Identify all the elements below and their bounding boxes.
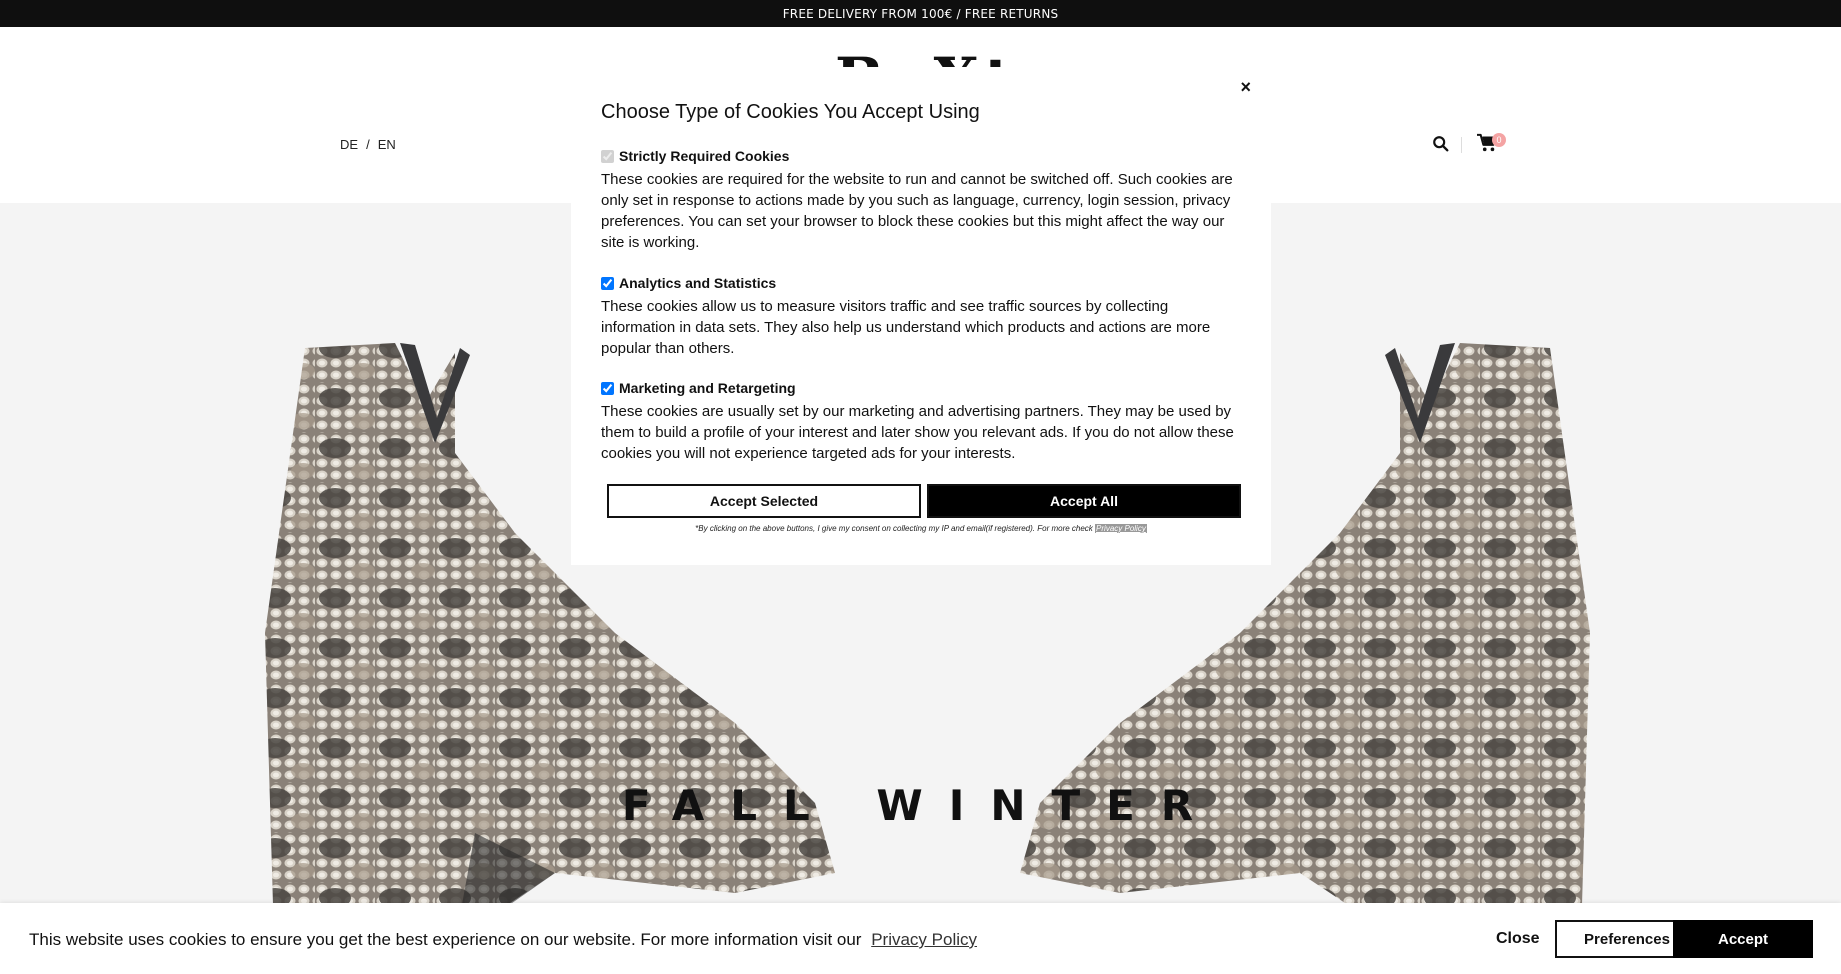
cookie-bar-accept-button[interactable]: Accept bbox=[1673, 920, 1813, 958]
cart-count-badge: 0 bbox=[1492, 133, 1506, 147]
cookie-bar-privacy-link[interactable]: Privacy Policy bbox=[871, 930, 977, 949]
marketing-cookies-label: Marketing and Retargeting bbox=[619, 380, 796, 396]
cookie-group-marketing: Marketing and Retargeting These cookies … bbox=[601, 380, 1241, 464]
close-icon[interactable]: × bbox=[1240, 77, 1251, 98]
accept-all-button[interactable]: Accept All bbox=[927, 484, 1241, 518]
cookie-bar-message: This website uses cookies to ensure you … bbox=[29, 930, 977, 950]
marketing-cookies-checkbox[interactable] bbox=[601, 381, 614, 395]
top-announcement-bar: FREE DELIVERY FROM 100€ / FREE RETURNS bbox=[0, 0, 1841, 27]
cookie-preferences-modal: × Choose Type of Cookies You Accept Usin… bbox=[571, 67, 1271, 565]
modal-button-row: Accept Selected Accept All bbox=[607, 484, 1241, 518]
cookie-group-analytics: Analytics and Statistics These cookies a… bbox=[601, 275, 1241, 359]
language-switcher: DE / EN bbox=[340, 137, 396, 152]
lang-en[interactable]: EN bbox=[378, 137, 396, 152]
lang-separator: / bbox=[366, 137, 370, 152]
cookie-group-strict: Strictly Required Cookies These cookies … bbox=[601, 148, 1241, 253]
marketing-cookies-description: These cookies are usually set by our mar… bbox=[601, 403, 1234, 462]
consent-note: *By clicking on the above buttons, I giv… bbox=[571, 524, 1271, 533]
lang-de[interactable]: DE bbox=[340, 137, 358, 152]
modal-title: Choose Type of Cookies You Accept Using bbox=[601, 101, 980, 123]
hero-title: FALL WINTER bbox=[621, 781, 1220, 830]
header-divider bbox=[1461, 137, 1462, 153]
accept-selected-button[interactable]: Accept Selected bbox=[607, 484, 921, 518]
modal-privacy-policy-link[interactable]: Privacy Policy bbox=[1095, 524, 1147, 533]
search-icon[interactable] bbox=[1432, 135, 1450, 153]
analytics-cookies-label: Analytics and Statistics bbox=[619, 275, 777, 291]
analytics-cookies-description: These cookies allow us to measure visito… bbox=[601, 298, 1211, 357]
cookie-consent-bar: This website uses cookies to ensure you … bbox=[0, 903, 1841, 974]
strict-cookies-checkbox[interactable] bbox=[601, 149, 614, 163]
strict-cookies-label: Strictly Required Cookies bbox=[619, 148, 790, 164]
cookie-bar-close-button[interactable]: Close bbox=[1496, 930, 1540, 948]
announcement-text: FREE DELIVERY FROM 100€ / FREE RETURNS bbox=[782, 6, 1059, 21]
strict-cookies-description: These cookies are required for the websi… bbox=[601, 171, 1233, 251]
analytics-cookies-checkbox[interactable] bbox=[601, 276, 614, 290]
cookie-bar-text: This website uses cookies to ensure you … bbox=[29, 930, 862, 949]
consent-note-text: *By clicking on the above buttons, I giv… bbox=[695, 524, 1093, 533]
